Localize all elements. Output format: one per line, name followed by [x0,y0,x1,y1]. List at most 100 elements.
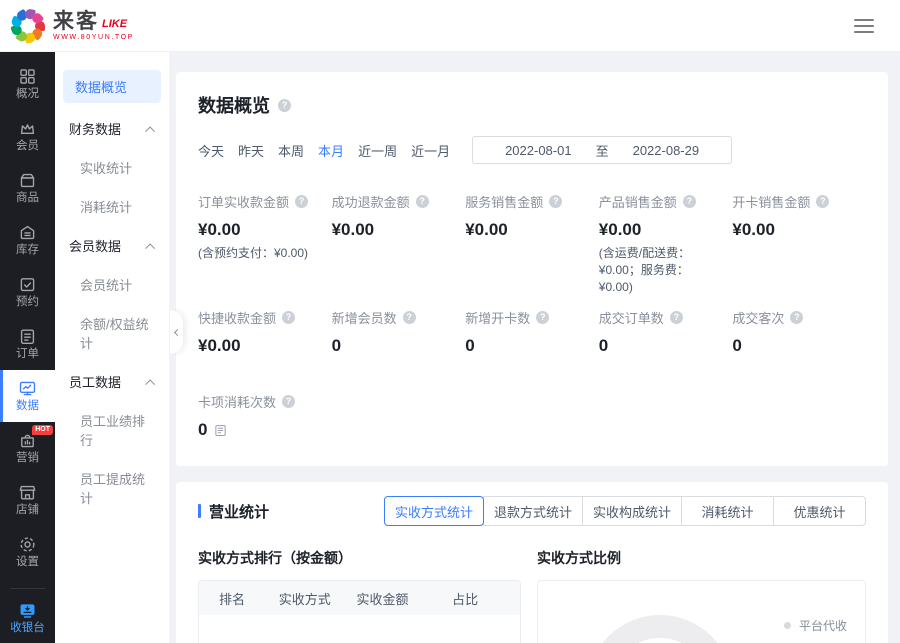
cashier-icon [18,601,37,620]
chevron-up-icon [145,126,155,136]
tab-income-composition[interactable]: 实收构成统计 [582,496,682,526]
products-icon [18,171,37,190]
sidebar-item-booking[interactable]: 预约 [0,266,55,318]
stat-card-sales: 开卡销售金额?¥0.00 [732,192,866,296]
stat-value: 0 [332,336,466,356]
sidebar-item-label: 概况 [16,89,39,101]
sidebar-item-orders[interactable]: 订单 [0,318,55,370]
menu-item-balance-rights-stats[interactable]: 余额/权益统计 [55,304,169,362]
tab-discount[interactable]: 优惠统计 [773,496,866,526]
stat-label: 产品销售金额 [599,192,677,211]
date-filter-this-week[interactable]: 本周 [278,141,304,160]
menu-group-label: 员工数据 [69,372,121,391]
tab-income-method[interactable]: 实收方式统计 [384,496,484,526]
help-icon[interactable]: ? [295,195,308,208]
date-filter-this-month[interactable]: 本月 [318,141,344,160]
business-stats-card: 营业统计 实收方式统计退款方式统计实收构成统计消耗统计优惠统计 实收方式排行（按… [176,482,888,643]
help-icon[interactable]: ? [416,195,429,208]
date-filter-last-7-days[interactable]: 近一周 [358,141,397,160]
menu-item-data-overview[interactable]: 数据概览 [63,70,161,103]
date-range-picker[interactable]: 2022-08-01 至 2022-08-29 [472,136,732,164]
date-range-separator: 至 [596,141,609,160]
sidebar-item-overview[interactable]: 概况 [0,58,55,110]
stat-value: 0 [198,420,332,440]
stat-value-text: ¥0.00 [465,220,508,240]
stat-label-row: 成交订单数? [599,308,733,327]
overview-card: 数据概览 ? 今天昨天本周本月近一周近一月 2022-08-01 至 2022-… [176,72,888,466]
stat-label-row: 订单实收款金额? [198,192,332,211]
stat-label: 卡项消耗次数 [198,392,276,411]
help-icon[interactable]: ? [683,195,696,208]
sidebar-item-cashier[interactable]: 收银台 [0,593,55,643]
tab-refund-method[interactable]: 退款方式统计 [483,496,583,526]
sidebar-item-inventory[interactable]: 库存 [0,214,55,266]
hot-badge: HOT [32,425,53,435]
logo-cn: 来客 [53,11,99,32]
primary-sidebar: 概况会员商品库存预约订单数据HOT营销店铺设置 收银台 [0,52,55,643]
date-filter-yesterday[interactable]: 昨天 [238,141,264,160]
help-icon[interactable]: ? [549,195,562,208]
shop-icon [18,483,37,502]
proportion-title: 实收方式比例 [537,548,866,568]
logo-burst-icon [10,8,46,44]
sidebar-divider [10,588,45,589]
menu-group-staff-data[interactable]: 员工数据 [55,362,169,401]
section-title: 营业统计 [209,501,269,522]
menu-item-staff-ranking[interactable]: 员工业绩排行 [55,401,169,459]
sidebar-item-products[interactable]: 商品 [0,162,55,214]
stat-value: ¥0.00 [198,220,332,240]
menu-group-member-data[interactable]: 会员数据 [55,226,169,265]
help-icon[interactable]: ? [403,311,416,324]
help-icon[interactable]: ? [278,99,291,112]
stat-label-row: 产品销售金额? [599,192,733,211]
inventory-icon [18,223,37,242]
records-icon[interactable] [214,424,227,437]
chevron-up-icon [145,379,155,389]
legend-label: 平台代收 [799,617,847,634]
sidebar-item-data[interactable]: 数据 [0,370,55,422]
stat-value-text: ¥0.00 [599,220,642,240]
menu-toggle-icon[interactable] [850,15,878,37]
stat-quick-income: 快捷收款金额?¥0.00 [198,308,332,356]
orders-icon [18,327,37,346]
booking-icon [18,275,37,294]
sidebar-item-marketing[interactable]: HOT营销 [0,422,55,474]
sidebar-item-members[interactable]: 会员 [0,110,55,162]
date-filter-last-30-days[interactable]: 近一月 [411,141,450,160]
overview-icon [18,67,37,86]
menu-item-member-stats[interactable]: 会员统计 [55,265,169,304]
help-icon[interactable]: ? [282,311,295,324]
chevron-up-icon [145,243,155,253]
sidebar-item-shop[interactable]: 店铺 [0,474,55,526]
help-icon[interactable]: ? [790,311,803,324]
stat-service-sales: 服务销售金额?¥0.00 [465,192,599,296]
menu-item-staff-commission[interactable]: 员工提成统计 [55,459,169,517]
stat-value: ¥0.00 [732,220,866,240]
stats-grid: 订单实收款金额?¥0.00(含预约支付：¥0.00)成功退款金额?¥0.00服务… [198,192,866,440]
menu-item-consumption-stats[interactable]: 消耗统计 [55,187,169,226]
menu-item-income-stats[interactable]: 实收统计 [55,148,169,187]
help-icon[interactable]: ? [282,395,295,408]
settings-icon [18,535,37,554]
stat-value: ¥0.00 [198,336,332,356]
menu-group-finance-data[interactable]: 财务数据 [55,109,169,148]
sidebar-item-label: 设置 [16,557,39,569]
date-range-start[interactable]: 2022-08-01 [505,143,572,158]
sidebar-collapse-handle[interactable] [170,310,183,354]
sidebar-item-settings[interactable]: 设置 [0,526,55,578]
help-icon[interactable]: ? [670,311,683,324]
menu-group-label: 财务数据 [69,119,121,138]
date-filter-today[interactable]: 今天 [198,141,224,160]
column-header: 实收金额 [357,589,453,608]
stat-label: 订单实收款金额 [198,192,289,211]
help-icon[interactable]: ? [816,195,829,208]
legend-item[interactable]: 平台代收 [784,617,884,634]
stat-new-members: 新增会员数?0 [332,308,466,356]
tab-consumption[interactable]: 消耗统计 [681,496,774,526]
page-title: 数据概览 [198,92,270,118]
help-icon[interactable]: ? [536,311,549,324]
chart-legend: 平台代收线上微信支付现金其他微信（记账）支付宝（记账）POS机（记账）团购（记账… [784,617,884,643]
date-range-end[interactable]: 2022-08-29 [633,143,700,158]
logo-like: LIKE [102,18,127,31]
accent-bar [198,504,201,518]
